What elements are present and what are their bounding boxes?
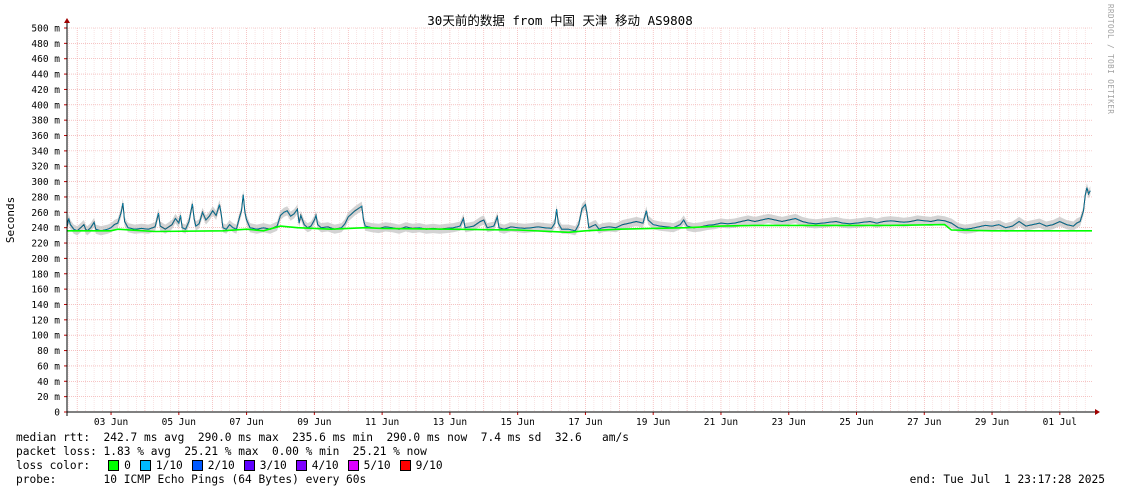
y-tick-label: 160 m — [31, 285, 60, 296]
x-tick-labels: 03 Jun 05 Jun 07 Jun 09 Jun 11 Jun 13 Jun 15 J… — [94, 417, 1077, 428]
x-tick-label: 03 Jun — [94, 417, 128, 428]
y-tick-label: 400 m — [31, 100, 60, 111]
x-tick-label: 09 Jun — [297, 417, 331, 428]
y-axis-label: Seconds — [4, 197, 17, 243]
y-tick-label: 480 m — [31, 39, 60, 50]
y-tick-label: 320 m — [31, 162, 60, 173]
y-tick-label: 460 m — [31, 54, 60, 65]
y-tick-label: 360 m — [31, 131, 60, 142]
loss-legend-label: 4/10 — [311, 459, 339, 472]
x-tick-label: 15 Jun — [500, 417, 534, 428]
median-loss0-line — [67, 223, 1092, 234]
x-tick-label: 29 Jun — [975, 417, 1009, 428]
loss-legend-item: 1/10 — [139, 459, 183, 473]
x-tick-label: 23 Jun — [772, 417, 806, 428]
loss-legend-label: 9/10 — [415, 459, 443, 472]
x-tick-label: 05 Jun — [162, 417, 196, 428]
y-tick-labels: 0 20 m 40 m 60 m 80 m 100 m 120 m 140 m 160 m 180… — [31, 24, 60, 419]
x-tick-label: 11 Jun — [365, 417, 399, 428]
y-tick-label: 260 m — [31, 208, 60, 219]
loss-legend-item: 0 — [108, 459, 131, 473]
y-tick-label: 80 m — [37, 346, 60, 357]
loss-swatch — [108, 460, 120, 472]
loss-color-label: loss color: — [16, 459, 91, 472]
y-tick-label: 340 m — [31, 146, 60, 157]
y-tick-label: 280 m — [31, 192, 60, 203]
y-tick-label: 200 m — [31, 254, 60, 265]
x-tick-label: 27 Jun — [907, 417, 941, 428]
loss-swatch — [347, 460, 359, 472]
y-tick-label: 120 m — [31, 315, 60, 326]
loss-legend-label: 0 — [124, 459, 131, 472]
x-tick-label: 13 Jun — [433, 417, 467, 428]
x-tick-label: 21 Jun — [704, 417, 738, 428]
loss-legend-label: 3/10 — [259, 459, 287, 472]
y-tick-label: 440 m — [31, 70, 60, 81]
latency-chart: 30天前的数据 from 中国 天津 移动 AS9808 Seconds 0 20… — [4, 13, 1100, 428]
y-tick-label: 180 m — [31, 269, 60, 280]
y-tick-label: 100 m — [31, 331, 60, 342]
y-axis-arrow — [64, 18, 70, 23]
loss-swatch — [139, 460, 151, 472]
loss-legend-label: 1/10 — [155, 459, 183, 472]
y-tick-label: 500 m — [31, 24, 60, 35]
y-tick-label: 380 m — [31, 116, 60, 127]
loss-color-legend: loss color: 0 1/10 2/10 3/10 4/10 5/10 9/10 — [16, 459, 452, 473]
y-tick-label: 240 m — [31, 223, 60, 234]
y-tick-label: 420 m — [31, 85, 60, 96]
y-tick-label: 40 m — [37, 377, 60, 388]
y-tick-label: 300 m — [31, 177, 60, 188]
loss-legend-label: 2/10 — [207, 459, 235, 472]
x-tick-label: 07 Jun — [229, 417, 263, 428]
loss-legend-label: 5/10 — [363, 459, 391, 472]
loss-legend-item: 2/10 — [191, 459, 235, 473]
x-axis-arrow — [1095, 409, 1100, 415]
y-tick-label: 0 — [54, 408, 60, 419]
loss-swatch — [191, 460, 203, 472]
chart-title: 30天前的数据 from 中国 天津 移动 AS9808 — [427, 13, 692, 28]
median-rtt-line: median rtt: 242.7 ms avg 290.0 ms max 23… — [16, 431, 629, 444]
end-time: end: Tue Jul 1 23:17:28 2025 — [909, 473, 1105, 486]
loss-color-items: 0 1/10 2/10 3/10 4/10 5/10 9/10 — [108, 459, 451, 473]
y-tick-label: 220 m — [31, 239, 60, 250]
probe-line: probe: 10 ICMP Echo Pings (64 Bytes) eve… — [16, 473, 367, 486]
loss-legend-item: 9/10 — [399, 459, 443, 473]
x-tick-label: 17 Jun — [568, 417, 602, 428]
x-tick-label: 19 Jun — [636, 417, 670, 428]
loss-legend-item: 5/10 — [347, 459, 391, 473]
x-tick-label: 25 Jun — [839, 417, 873, 428]
loss-swatch — [399, 460, 411, 472]
y-tick-label: 60 m — [37, 361, 60, 372]
loss-swatch — [243, 460, 255, 472]
loss-legend-item: 4/10 — [295, 459, 339, 473]
loss-legend-item: 3/10 — [243, 459, 287, 473]
packet-loss-line: packet loss: 1.83 % avg 25.21 % max 0.00… — [16, 445, 427, 458]
y-tick-label: 140 m — [31, 300, 60, 311]
rrdtool-watermark: RRDTOOL / TOBI OETIKER — [1106, 4, 1115, 115]
x-tick-label: 01 Jul — [1043, 417, 1077, 428]
y-tick-label: 20 m — [37, 392, 60, 403]
loss-swatch — [295, 460, 307, 472]
